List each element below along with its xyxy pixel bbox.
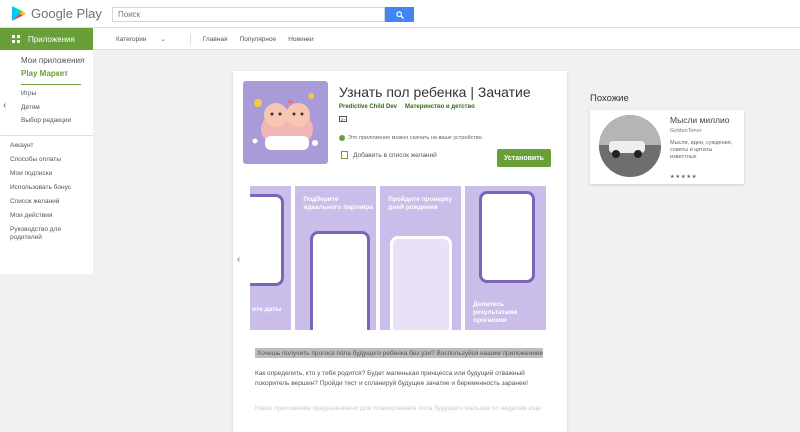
categories-dropdown[interactable]: Категории ⌄	[116, 35, 178, 43]
search-button[interactable]	[385, 7, 414, 22]
google-play-logo[interactable]: Google Play	[12, 6, 102, 21]
babies-illustration	[252, 93, 318, 150]
similar-app-description: Мысли, идеи, суждения, советы и цитаты и…	[670, 140, 733, 160]
search-icon	[395, 10, 404, 19]
screenshot[interactable]: ите даты	[250, 186, 292, 330]
sidebar-item-editors-choice[interactable]: Выбор редакции	[21, 117, 93, 131]
sidebar-item-subscriptions[interactable]: Мои подписки	[10, 170, 93, 184]
sidebar-item-games[interactable]: Игры	[21, 90, 93, 104]
description-paragraph: Как определить, кто у тебя родится? Буде…	[255, 370, 529, 387]
similar-heading: Похожие	[590, 93, 629, 104]
sidebar-item-my-apps[interactable]: Мои приложения	[0, 50, 93, 66]
add-to-wishlist-button[interactable]: Добавить в список желаний	[341, 151, 437, 159]
age-rating-badge: 3+	[339, 116, 347, 122]
sidebar-item-kids[interactable]: Детям	[21, 104, 93, 118]
description-highlight: Хочешь получить прогноз пола будущего ре…	[255, 348, 543, 358]
check-icon	[339, 135, 345, 141]
play-triangle-icon	[12, 6, 26, 21]
similar-app-name: Мысли миллио	[670, 115, 730, 125]
app-details-card: Узнать пол ребенка | Зачатие Predictive …	[233, 71, 567, 432]
availability-text: Это приложение можно скачать на ваше уст…	[348, 135, 484, 141]
wishlist-label: Добавить в список желаний	[353, 151, 437, 159]
logo-text: Google Play	[31, 6, 102, 21]
search-input[interactable]	[112, 7, 385, 22]
sidebar-item-redeem[interactable]: Использовать бонус	[10, 184, 93, 198]
install-button[interactable]: Установить	[497, 149, 551, 167]
collapse-sidebar-icon[interactable]: ‹	[3, 100, 6, 111]
nav-link-new[interactable]: Новинки	[288, 36, 313, 43]
category-link[interactable]: Материнство и детство	[405, 104, 475, 110]
apps-tab-label: Приложения	[28, 34, 75, 44]
screenshot[interactable]: Подберите идеального партнёра	[295, 186, 377, 330]
search-bar	[112, 7, 414, 22]
app-icon	[243, 81, 328, 164]
screenshot-carousel: ите даты Подберите идеального партнёра П…	[250, 186, 546, 330]
nav-link-popular[interactable]: Популярное	[240, 36, 277, 43]
bookmark-icon	[341, 151, 348, 159]
screenshot-caption: ите даты	[252, 306, 282, 313]
sidebar-item-play-market[interactable]: Play Маркет	[0, 66, 93, 78]
sidebar-item-my-activity[interactable]: Мои действия	[10, 212, 93, 226]
chevron-left-icon[interactable]: ‹	[237, 254, 240, 265]
similar-app-card[interactable]: Мысли миллио GoldenTenor Мысли, идеи, су…	[590, 110, 744, 184]
sidebar-item-payment-methods[interactable]: Способы оплаты	[10, 156, 93, 170]
top-bar: Google Play	[0, 0, 800, 28]
sidebar-item-account[interactable]: Аккаунт	[10, 142, 93, 156]
screenshot[interactable]: Делитесь результатами прогнозов	[465, 186, 546, 330]
divider	[189, 33, 191, 45]
description-faded: Наше приложение предназначено для планир…	[255, 405, 542, 412]
screenshot[interactable]: Пройдите проверку дней рождения	[380, 186, 462, 330]
app-title: Узнать пол ребенка | Зачатие	[339, 84, 531, 100]
star-rating: ★★★★★	[670, 174, 698, 180]
developer-link[interactable]: Predictive Child Dev	[339, 104, 397, 110]
sidebar-item-parent-guide[interactable]: Руководство для родителей	[10, 226, 93, 244]
availability-notice: Это приложение можно скачать на ваше уст…	[339, 135, 483, 141]
screenshot-caption: Делитесь результатами прогнозов	[473, 301, 518, 324]
screenshot-caption: Пройдите проверку дней рождения	[388, 196, 452, 211]
nav-link-home[interactable]: Главная	[203, 36, 228, 43]
grid-icon	[12, 35, 20, 43]
chevron-down-icon: ⌄	[160, 36, 166, 43]
similar-app-developer: GoldenTenor	[670, 128, 702, 134]
sidebar-item-wishlist[interactable]: Список желаний	[10, 198, 93, 212]
screenshot-caption: Подберите идеального партнёра	[303, 196, 373, 211]
sub-navigation: Приложения Категории ⌄ Главная Популярно…	[0, 28, 800, 50]
apps-tab[interactable]: Приложения	[0, 28, 93, 50]
similar-app-image	[599, 115, 661, 177]
sidebar: Мои приложения Play Маркет Игры Детям Вы…	[0, 50, 93, 274]
categories-label: Категории	[116, 36, 147, 43]
